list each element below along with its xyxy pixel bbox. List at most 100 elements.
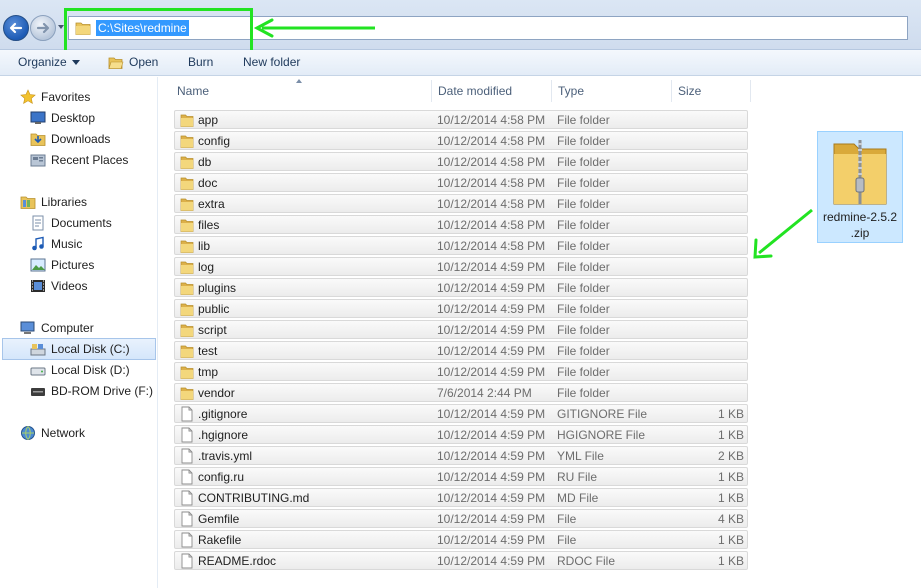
burn-button[interactable]: Burn (188, 55, 213, 69)
file-row[interactable]: .gitignore 10/12/2014 4:59 PM GITIGNORE Fi… (174, 403, 748, 424)
file-icon (181, 553, 193, 569)
recent-places-icon (30, 154, 46, 167)
file-row[interactable]: script 10/12/2014 4:59 PM File folder (174, 319, 748, 340)
file-row[interactable]: lib 10/12/2014 4:58 PM File folder (174, 235, 748, 256)
file-size: 1 KB (717, 491, 744, 505)
file-row[interactable]: doc 10/12/2014 4:58 PM File folder (174, 172, 748, 193)
file-size: 1 KB (717, 554, 744, 568)
file-name: script (198, 323, 227, 337)
file-name: README.rdoc (198, 554, 277, 568)
file-date: 10/12/2014 4:58 PM (437, 176, 546, 190)
sort-ascending-icon (296, 79, 302, 83)
new-folder-label: New folder (243, 55, 301, 69)
file-date: 10/12/2014 4:59 PM (437, 491, 546, 505)
file-name: .hgignore (198, 428, 249, 442)
file-name: files (198, 218, 220, 232)
file-type: File folder (557, 197, 610, 211)
file-row[interactable]: db 10/12/2014 4:58 PM File folder (174, 151, 748, 172)
back-button[interactable] (3, 15, 29, 41)
file-type: File folder (557, 323, 610, 337)
folder-icon (180, 198, 194, 211)
file-date: 10/12/2014 4:59 PM (437, 365, 546, 379)
file-type: File (557, 512, 577, 526)
file-date: 10/12/2014 4:59 PM (437, 323, 546, 337)
file-type: HGIGNORE File (557, 428, 646, 442)
nav-item-local-disk-c[interactable]: Local Disk (C:) (2, 338, 156, 360)
file-row[interactable]: tmp 10/12/2014 4:59 PM File folder (174, 361, 748, 382)
file-row[interactable]: log 10/12/2014 4:59 PM File folder (174, 256, 748, 277)
open-folder-icon (108, 57, 124, 69)
file-date: 10/12/2014 4:59 PM (437, 260, 546, 274)
music-icon (32, 236, 44, 251)
file-row[interactable]: extra 10/12/2014 4:58 PM File folder (174, 193, 748, 214)
zip-folder-icon (833, 140, 887, 205)
file-icon (181, 511, 193, 527)
folder-icon (180, 366, 194, 379)
folder-icon (180, 387, 194, 400)
file-date: 10/12/2014 4:58 PM (437, 134, 546, 148)
file-name: vendor (198, 386, 235, 400)
file-name: Gemfile (198, 512, 240, 526)
file-size: 2 KB (717, 449, 744, 463)
file-name: app (198, 113, 219, 127)
file-type: File folder (557, 176, 610, 190)
file-row[interactable]: files 10/12/2014 4:58 PM File folder (174, 214, 748, 235)
folder-icon (180, 324, 194, 337)
file-type: File folder (557, 134, 610, 148)
column-header-size[interactable]: Size (678, 84, 701, 98)
organize-button[interactable]: Organize (18, 55, 80, 69)
column-header-name[interactable]: Name (177, 84, 209, 98)
file-type: File folder (557, 386, 610, 400)
file-icon (181, 490, 193, 506)
file-icon (181, 427, 193, 443)
forward-button[interactable] (30, 15, 56, 41)
file-date: 10/12/2014 4:59 PM (437, 302, 546, 316)
desktop-icon (30, 111, 46, 124)
file-date: 10/12/2014 4:59 PM (437, 470, 546, 484)
zip-file-item[interactable]: redmine-2.5.2 .zip (817, 131, 903, 243)
file-row[interactable]: Gemfile 10/12/2014 4:59 PM File 4 KB (174, 508, 748, 529)
file-row[interactable]: public 10/12/2014 4:59 PM File folder (174, 298, 748, 319)
folder-icon (180, 177, 194, 190)
file-date: 10/12/2014 4:59 PM (437, 533, 546, 547)
file-name: test (198, 344, 218, 358)
file-type: File folder (557, 281, 610, 295)
file-row[interactable]: app 10/12/2014 4:58 PM File folder (174, 109, 748, 130)
zip-file-label: redmine-2.5.2 .zip (822, 210, 898, 240)
open-button[interactable]: Open (108, 55, 158, 70)
file-icon (181, 532, 193, 548)
file-name: public (198, 302, 230, 316)
file-type: File folder (557, 344, 610, 358)
file-type: File (557, 533, 577, 547)
file-date: 10/12/2014 4:58 PM (437, 155, 546, 169)
file-date: 7/6/2014 2:44 PM (437, 386, 532, 400)
pictures-icon (30, 258, 46, 272)
new-folder-button[interactable]: New folder (243, 55, 300, 69)
file-row[interactable]: config 10/12/2014 4:58 PM File folder (174, 130, 748, 151)
file-row[interactable]: test 10/12/2014 4:59 PM File folder (174, 340, 748, 361)
file-name: db (198, 155, 212, 169)
file-date: 10/12/2014 4:58 PM (437, 197, 546, 211)
file-type: RDOC File (557, 554, 616, 568)
column-header-type[interactable]: Type (558, 84, 584, 98)
file-row[interactable]: Rakefile 10/12/2014 4:59 PM File 1 KB (174, 529, 748, 550)
file-row[interactable]: .travis.yml 10/12/2014 4:59 PM YML File 2 K… (174, 445, 748, 466)
file-size: 4 KB (717, 512, 744, 526)
file-row[interactable]: plugins 10/12/2014 4:59 PM File folder (174, 277, 748, 298)
file-row[interactable]: .hgignore 10/12/2014 4:59 PM HGIGNORE File… (174, 424, 748, 445)
file-name: tmp (198, 365, 219, 379)
burn-label: Burn (188, 55, 214, 69)
file-row[interactable]: config.ru 10/12/2014 4:59 PM RU File 1 KB (174, 466, 748, 487)
file-size: 1 KB (717, 428, 744, 442)
file-name: config (198, 134, 231, 148)
file-row[interactable]: README.rdoc 10/12/2014 4:59 PM RDOC File 1 … (174, 550, 748, 571)
file-row[interactable]: vendor 7/6/2014 2:44 PM File folder (174, 382, 748, 403)
file-type: File folder (557, 113, 610, 127)
documents-icon (32, 215, 44, 231)
column-header-date[interactable]: Date modified (438, 84, 512, 98)
forward-arrow-icon (36, 22, 50, 34)
file-type: File folder (557, 302, 610, 316)
file-size: 1 KB (717, 470, 744, 484)
file-row[interactable]: CONTRIBUTING.md 10/12/2014 4:59 PM MD File… (174, 487, 748, 508)
drive-icon (30, 367, 46, 376)
